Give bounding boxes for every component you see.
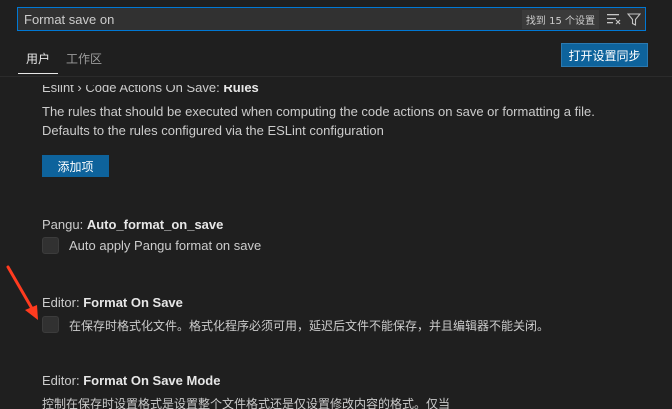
add-item-button[interactable]: 添加项 xyxy=(42,155,109,177)
setting-description-format-on-save: 在保存时格式化文件。格式化程序必须可用，延迟后文件不能保存，并且编辑器不能关闭。 xyxy=(69,319,550,333)
search-input[interactable] xyxy=(18,8,522,30)
setting-description-pangu: Auto apply Pangu format on save xyxy=(69,238,262,253)
setting-title-eslint: Eslint › Code Actions On Save: Rules xyxy=(42,80,259,95)
setting-name: Auto_format_on_save xyxy=(86,217,224,232)
setting-category: Pangu: xyxy=(42,217,87,232)
setting-description-format-on-save-mode: 控制在保存时设置格式是设置整个文件格式还是仅设置修改内容的格式。仅当 xyxy=(42,397,451,409)
open-settings-sync-button[interactable]: 打开设置同步 xyxy=(561,43,648,67)
tabs-divider xyxy=(0,76,672,77)
settings-scope-tabs: 用户 工作区 xyxy=(18,44,110,74)
setting-title-pangu: Pangu: Auto_format_on_save xyxy=(42,217,223,232)
setting-description-eslint-line1: The rules that should be executed when c… xyxy=(42,104,595,119)
setting-category: Eslint › Code Actions On Save: xyxy=(42,80,224,95)
setting-description-eslint-line2: Defaults to the rules configured via the… xyxy=(42,123,384,138)
setting-title-format-on-save-mode: Editor: Format On Save Mode xyxy=(42,373,220,388)
annotation-arrow-icon xyxy=(6,265,38,320)
setting-title-format-on-save: Editor: Format On Save xyxy=(42,295,183,310)
setting-category: Editor: xyxy=(42,373,84,388)
setting-name: Rules xyxy=(223,80,259,95)
setting-name: Format On Save xyxy=(83,295,183,310)
tab-workspace[interactable]: 工作区 xyxy=(58,44,110,74)
settings-search-box[interactable]: 找到 15 个设置 xyxy=(17,7,646,31)
search-result-count: 找到 15 个设置 xyxy=(521,9,599,29)
setting-name: Format On Save Mode xyxy=(83,373,221,388)
settings-editor: 找到 15 个设置 用户 工作区 打开设置同步 Eslint › Code Ac… xyxy=(0,0,672,409)
tab-user[interactable]: 用户 xyxy=(18,44,59,74)
filter-icon[interactable] xyxy=(625,10,643,28)
clear-filter-icon[interactable] xyxy=(605,10,623,28)
pangu-auto-format-checkbox[interactable] xyxy=(42,237,59,254)
